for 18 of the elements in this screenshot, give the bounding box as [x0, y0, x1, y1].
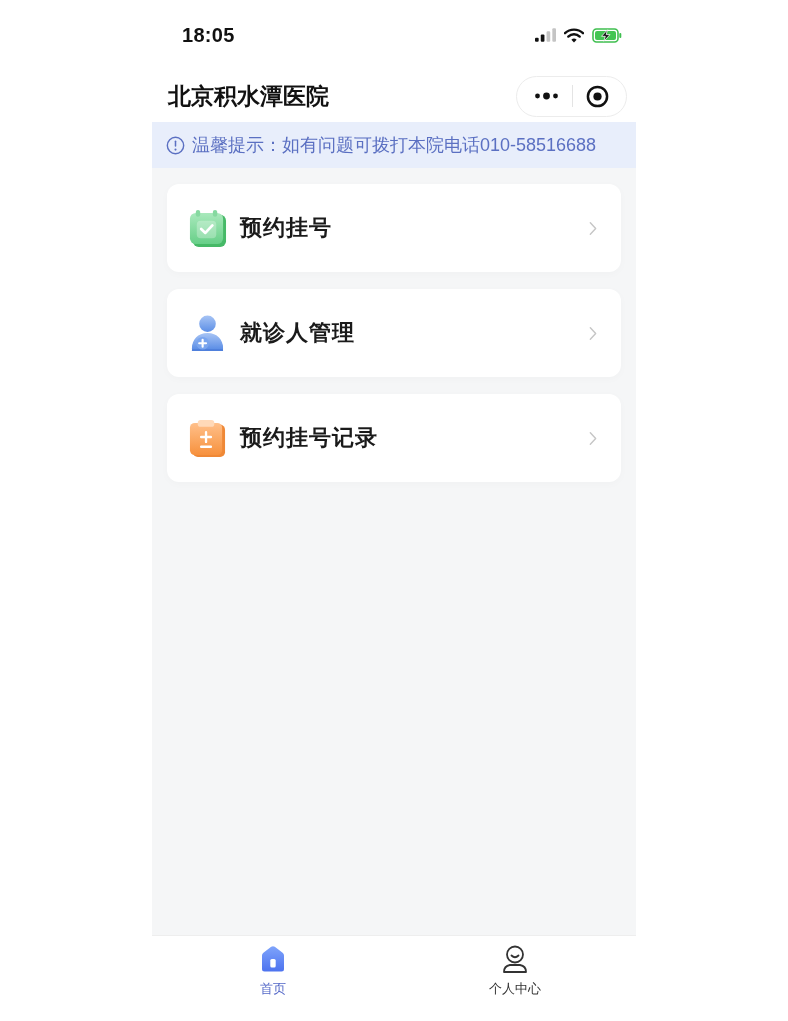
circle-dot-icon[interactable]	[586, 84, 610, 108]
notice-text: 温馨提示：如有问题可拨打本院电话010-58516688	[192, 134, 597, 157]
status-time: 18:05	[182, 23, 235, 47]
wifi-icon	[564, 27, 584, 43]
chevron-right-icon	[589, 325, 597, 341]
chevron-right-icon	[589, 220, 597, 236]
calendar-check-icon	[188, 208, 227, 248]
chevron-right-icon	[589, 430, 597, 446]
info-icon	[166, 135, 185, 155]
battery-icon	[592, 27, 622, 43]
menu-card[interactable]: 就诊人管理	[167, 289, 621, 377]
more-icon[interactable]	[533, 92, 559, 100]
menu-card[interactable]: 预约挂号记录	[167, 394, 621, 482]
signal-icon	[535, 28, 556, 42]
person-icon	[500, 944, 530, 974]
menu-card[interactable]: 预约挂号	[167, 184, 621, 272]
clipboard-plus-minus-icon	[188, 418, 227, 458]
page-title: 北京积水潭医院	[168, 81, 329, 111]
